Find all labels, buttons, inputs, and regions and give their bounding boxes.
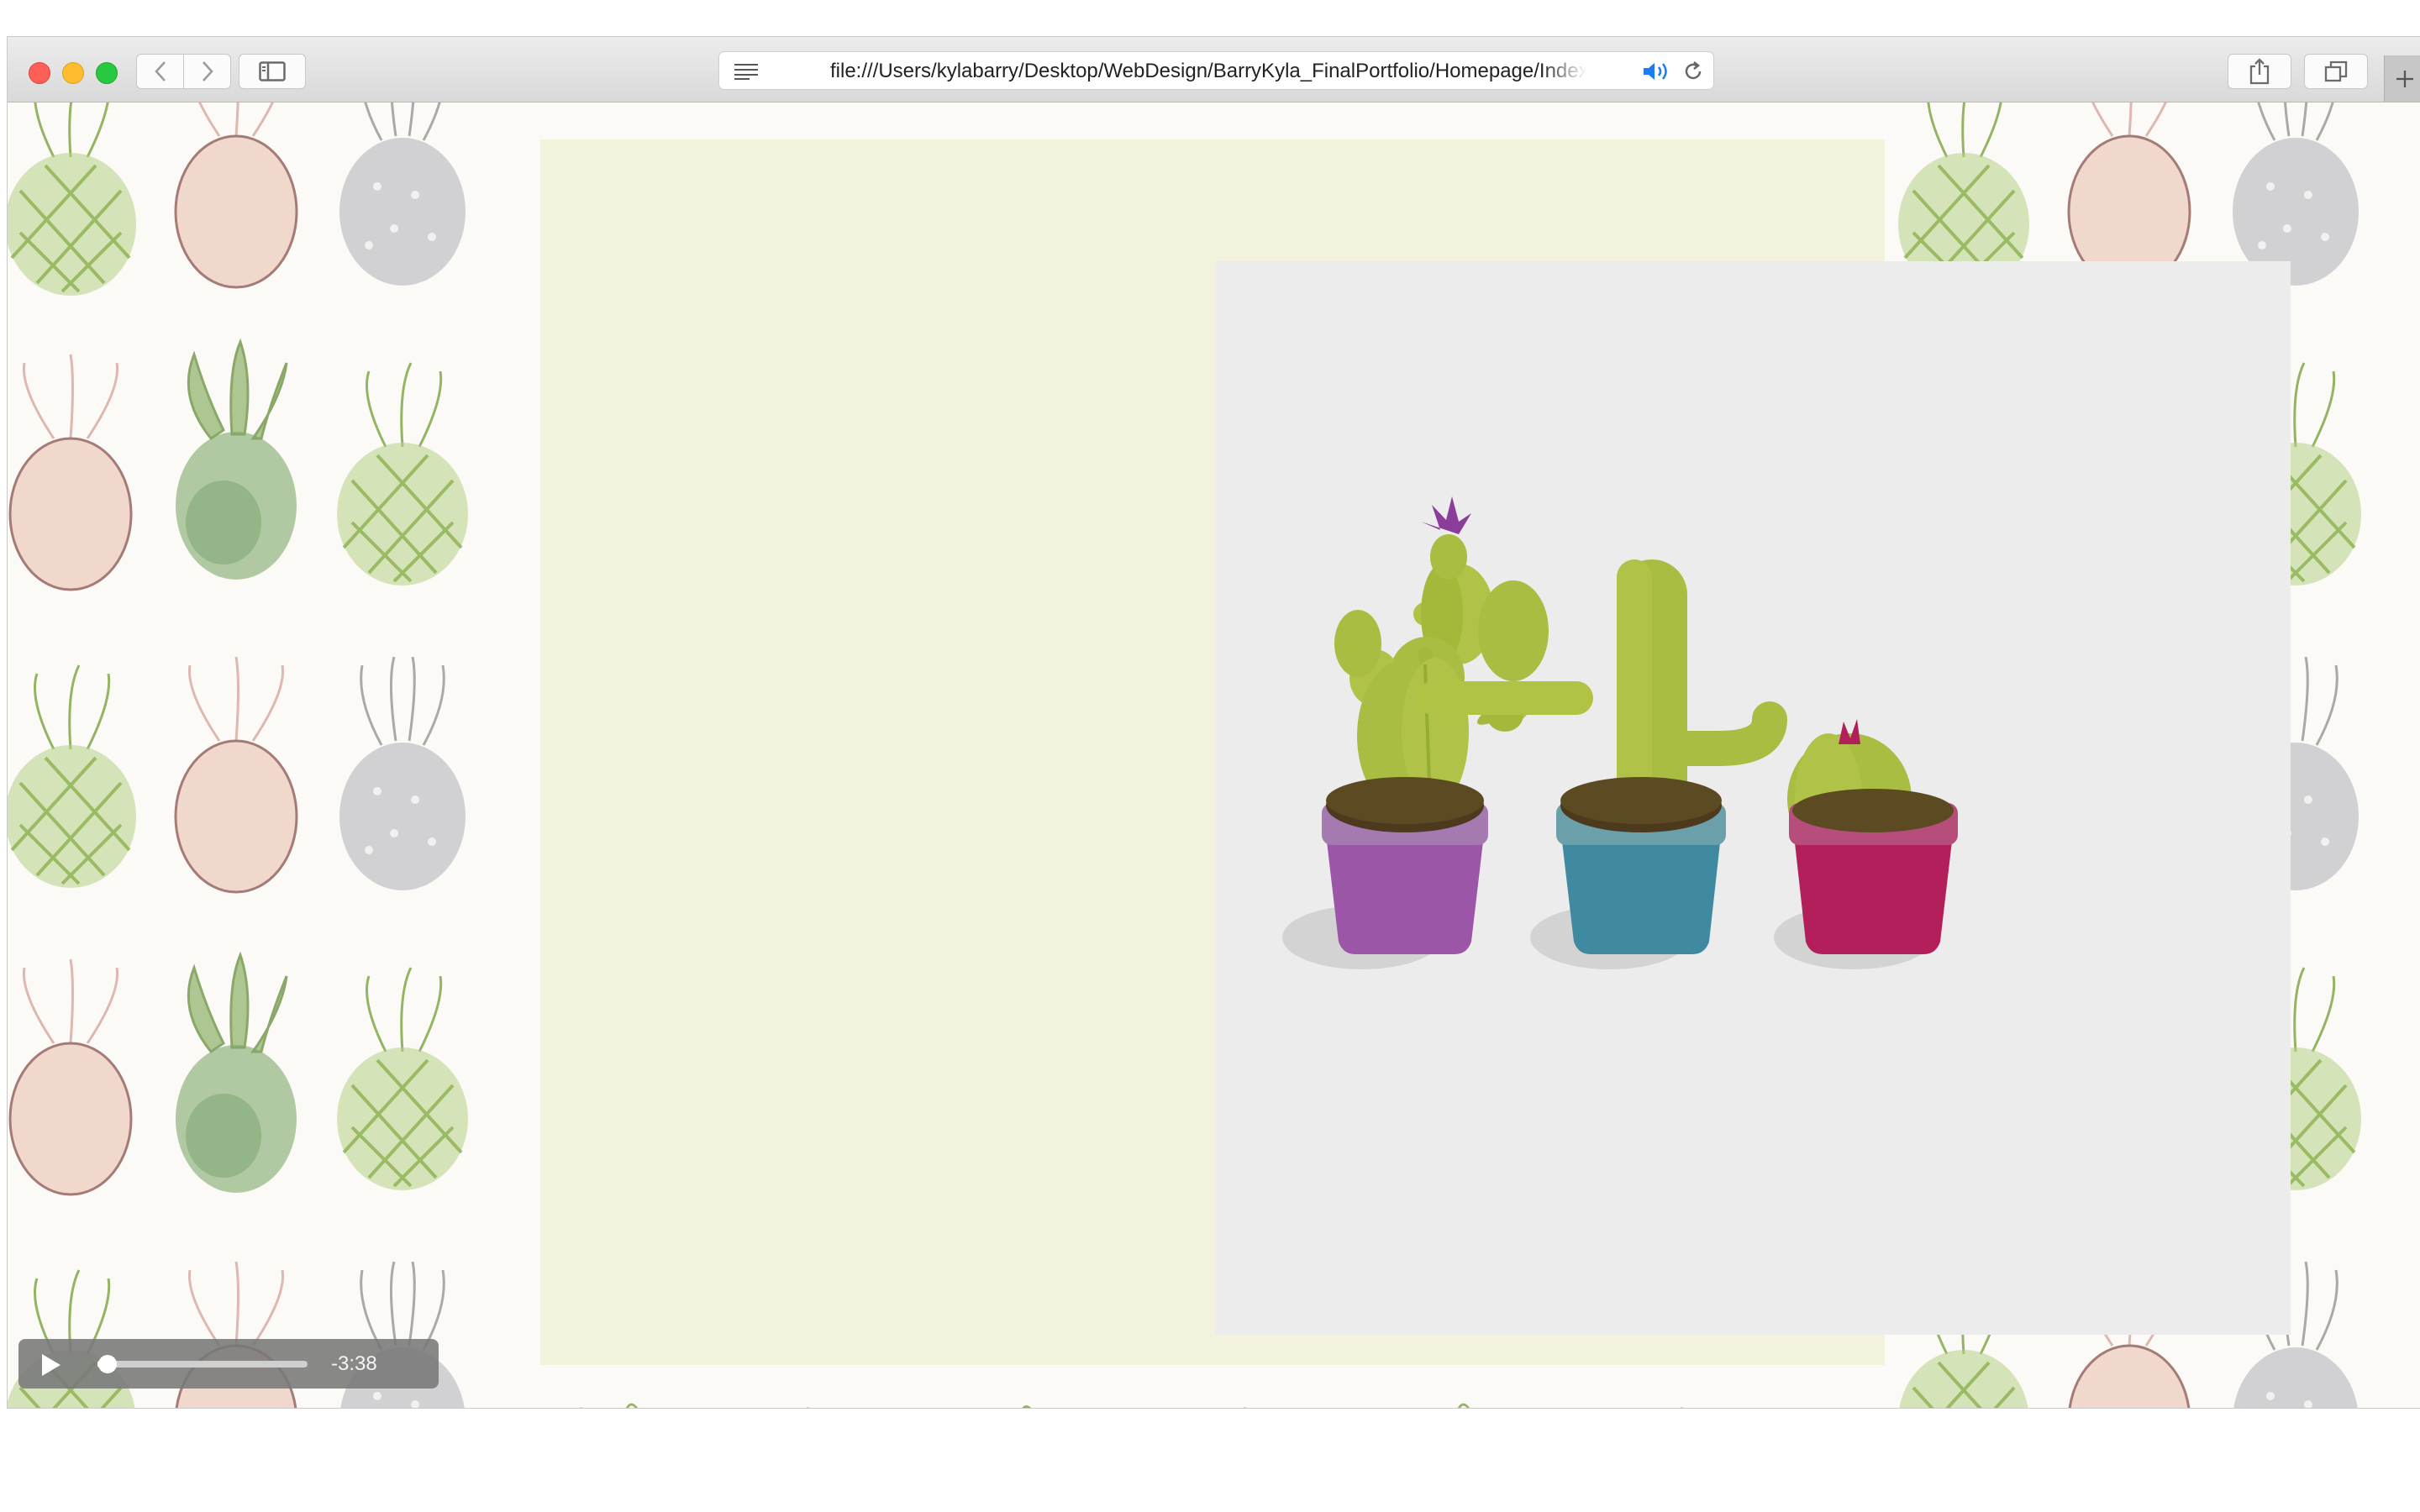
url-text[interactable]: file:///Users/kylabarry/Desktop/WebDesig…: [830, 60, 1586, 82]
tab-overview-button[interactable]: [2304, 54, 2368, 89]
cactus-illustration: [1215, 261, 2291, 1335]
history-nav: [136, 54, 231, 89]
cactus-artwork: [1282, 496, 1958, 969]
zoom-icon[interactable]: [96, 62, 118, 84]
sidebar-icon: [259, 61, 286, 81]
prickly-pear-cactus: [1322, 496, 1549, 954]
share-button[interactable]: [2228, 54, 2291, 89]
close-icon[interactable]: [29, 62, 50, 84]
back-icon: [154, 61, 166, 81]
address-bar[interactable]: file:///Users/kylabarry/Desktop/WebDesig…: [718, 51, 1714, 90]
barrel-cactus: [1787, 719, 1958, 954]
browser-window: file:///Users/kylabarry/Desktop/WebDesig…: [8, 37, 2420, 1408]
forward-icon: [202, 61, 213, 81]
audio-icon[interactable]: [1642, 61, 1670, 81]
sidebar-button[interactable]: [239, 54, 306, 89]
reload-icon[interactable]: [1682, 60, 1704, 82]
time-remaining: -3:38: [331, 1352, 377, 1375]
audio-scrubber-knob[interactable]: [98, 1355, 117, 1373]
content-panel: [540, 139, 2291, 1365]
share-icon: [2249, 58, 2270, 85]
back-button[interactable]: [136, 54, 184, 89]
tabs-icon: [2324, 60, 2348, 82]
play-icon[interactable]: [40, 1353, 62, 1377]
forward-button[interactable]: [183, 54, 231, 89]
new-tab-button[interactable]: [2384, 55, 2420, 102]
minimize-icon[interactable]: [62, 62, 84, 84]
plus-icon: [2396, 70, 2413, 87]
browser-toolbar: file:///Users/kylabarry/Desktop/WebDesig…: [8, 37, 2420, 102]
reader-icon[interactable]: [734, 63, 760, 80]
audio-scrubber[interactable]: [97, 1355, 308, 1373]
page-viewport: -3:38: [8, 102, 2420, 1408]
audio-player: -3:38: [18, 1339, 439, 1389]
